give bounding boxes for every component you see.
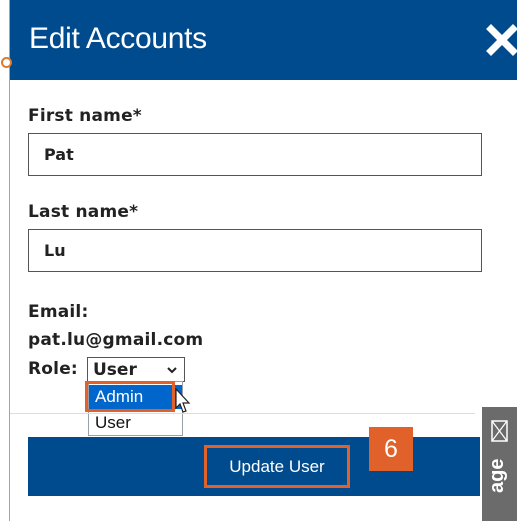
mail-icon	[491, 420, 508, 442]
feedback-tab[interactable]: age	[482, 407, 517, 521]
role-label: Role:	[28, 359, 78, 379]
section-divider	[10, 413, 475, 414]
email-label: Email:	[28, 302, 89, 322]
first-name-value: Pat	[44, 145, 74, 164]
role-selected-value: User	[93, 360, 137, 380]
mouse-pointer-icon	[175, 388, 191, 413]
first-name-label: First name*	[28, 106, 142, 126]
update-user-button[interactable]: Update User	[204, 445, 350, 488]
last-name-field[interactable]: Lu	[28, 229, 482, 272]
step-number-badge: 6	[369, 427, 413, 471]
admin-highlight-box	[85, 381, 175, 412]
chevron-down-icon	[167, 367, 177, 374]
close-icon[interactable]	[486, 24, 517, 56]
resize-handle[interactable]	[1, 57, 12, 68]
last-name-value: Lu	[44, 241, 66, 260]
last-name-label: Last name*	[28, 202, 139, 222]
role-select[interactable]: User	[87, 357, 185, 382]
dialog-header: Edit Accounts	[10, 0, 517, 80]
feedback-tab-label: age	[486, 458, 508, 493]
email-value: pat.lu@gmail.com	[28, 330, 204, 350]
role-option-user[interactable]: User	[89, 411, 182, 435]
first-name-field[interactable]: Pat	[28, 133, 482, 176]
dialog-title: Edit Accounts	[29, 22, 207, 55]
